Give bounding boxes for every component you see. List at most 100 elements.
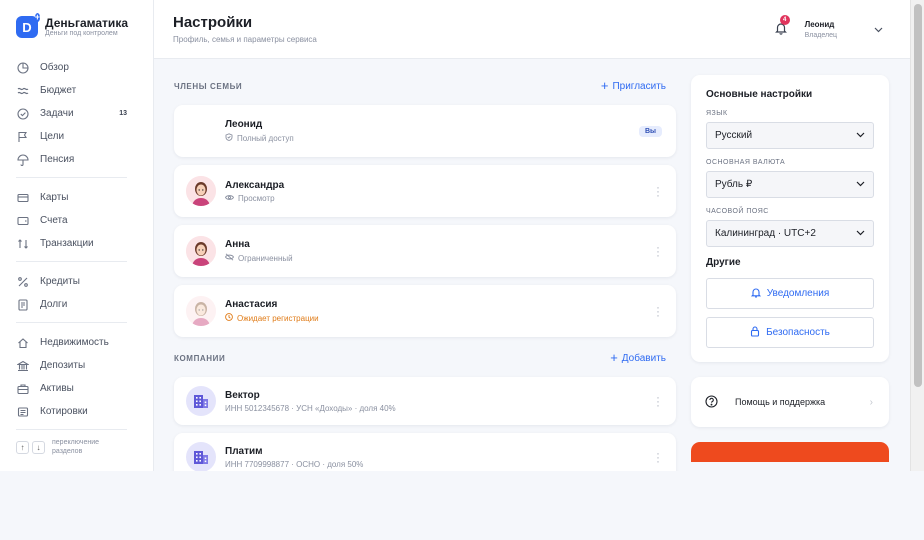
sidebar-item-pension[interactable]: Пенсия bbox=[16, 148, 127, 171]
company-name: Платим bbox=[225, 445, 263, 457]
bank-icon bbox=[16, 359, 30, 373]
currency-select[interactable]: Рубль ₽ bbox=[706, 171, 874, 198]
timezone-select[interactable]: Калининград · UTC+2 bbox=[706, 220, 874, 247]
chevron-down-icon bbox=[856, 179, 865, 190]
sidebar-item-deposits[interactable]: Депозиты bbox=[16, 354, 127, 377]
avatar bbox=[186, 236, 216, 266]
add-company-button[interactable]: + Добавить bbox=[610, 351, 666, 364]
sidebar-item-label: Долги bbox=[40, 299, 68, 310]
arrows-icon bbox=[16, 237, 30, 251]
language-select[interactable]: Русский bbox=[706, 122, 874, 149]
company-card[interactable]: Платим ИНН 7709998877 · ОСНО · доля 50% … bbox=[174, 433, 676, 471]
percent-icon bbox=[16, 275, 30, 289]
sidebar-item-accounts[interactable]: Счета bbox=[16, 209, 127, 232]
invite-button-label: Пригласить bbox=[612, 80, 666, 92]
arrow-up-key-icon[interactable]: ↑ bbox=[16, 440, 29, 454]
member-access: Просмотр bbox=[224, 194, 284, 203]
bell-icon[interactable]: 4 bbox=[774, 15, 790, 37]
brand-logo-letter: D bbox=[22, 19, 32, 35]
section-switch-hint: ↑ ↓ переключение разделов bbox=[16, 438, 137, 456]
scrollbar[interactable] bbox=[910, 0, 924, 471]
sidebar-item-label: Активы bbox=[40, 383, 74, 394]
invite-button[interactable]: + Пригласить bbox=[600, 78, 666, 93]
waves-icon bbox=[16, 84, 30, 98]
add-company-button-label: Добавить bbox=[621, 352, 666, 364]
brand-name: Деньгаматика bbox=[45, 16, 128, 30]
chevron-down-icon bbox=[856, 228, 865, 239]
chevron-down-icon[interactable] bbox=[874, 20, 883, 38]
more-options-icon[interactable]: · · · bbox=[656, 391, 660, 411]
sidebar-item-assets[interactable]: Активы bbox=[16, 377, 127, 400]
main-settings-panel: Основные настройки ЯЗЫК Русский ОСНОВНАЯ… bbox=[691, 75, 889, 362]
brand[interactable]: D + Деньгаматика Деньги под контролем bbox=[16, 13, 137, 38]
user-menu[interactable]: 4 Леонид Владелец bbox=[774, 15, 883, 39]
section-switch-line2: разделов bbox=[52, 448, 83, 455]
more-options-icon[interactable]: · · · bbox=[656, 447, 660, 467]
member-card[interactable]: Анастасия Ожидает регистрации · · · bbox=[174, 285, 676, 337]
nav-group-assets: Недвижимость Депозиты Активы Котировки bbox=[16, 331, 127, 430]
document-icon bbox=[16, 298, 30, 312]
chevron-down-icon bbox=[856, 130, 865, 141]
sidebar-item-cards[interactable]: Карты bbox=[16, 186, 127, 209]
sidebar-item-label: Карты bbox=[40, 192, 69, 203]
security-button[interactable]: Безопасность bbox=[706, 317, 874, 348]
home-icon bbox=[16, 336, 30, 350]
sidebar-item-debts[interactable]: Долги bbox=[16, 293, 127, 316]
timezone-label: ЧАСОВОЙ ПОЯС bbox=[706, 208, 769, 215]
bell-icon bbox=[750, 287, 761, 301]
section-switch-label: переключение разделов bbox=[52, 438, 99, 456]
other-settings-title: Другие bbox=[706, 257, 741, 268]
company-card[interactable]: Вектор ИНН 5012345678 · УСН «Доходы» · д… bbox=[174, 377, 676, 425]
more-options-icon[interactable]: · · · bbox=[656, 181, 660, 201]
main-area: Настройки Профиль, семья и параметры сер… bbox=[154, 0, 910, 471]
user-name: Леонид bbox=[804, 19, 835, 29]
sidebar-item-budget[interactable]: Бюджет bbox=[16, 79, 127, 102]
member-access: Полный доступ bbox=[225, 133, 294, 143]
plus-icon: + bbox=[600, 78, 609, 93]
building-icon bbox=[186, 442, 216, 471]
scrollbar-thumb[interactable] bbox=[914, 4, 922, 387]
company-details: ИНН 7709998877 · ОСНО · доля 50% bbox=[225, 459, 364, 469]
chevron-right-icon: › bbox=[869, 396, 873, 408]
company-details: ИНН 5012345678 · УСН «Доходы» · доля 40% bbox=[225, 403, 396, 413]
more-options-icon[interactable]: · · · bbox=[656, 241, 660, 261]
tasks-count-badge: 13 bbox=[119, 110, 127, 117]
sidebar-item-tasks[interactable]: Задачи 13 bbox=[16, 102, 127, 125]
current-user-badge: Вы bbox=[638, 125, 662, 137]
member-card[interactable]: Леонид Полный доступ Вы bbox=[174, 105, 676, 157]
notifications-button-label: Уведомления bbox=[766, 288, 830, 299]
page-title: Настройки bbox=[173, 14, 253, 31]
nav-group-main: Обзор Бюджет Задачи 13 Цели Пенсия bbox=[16, 56, 127, 178]
clock-icon bbox=[225, 313, 233, 323]
sidebar-item-label: Счета bbox=[40, 215, 68, 226]
notifications-button[interactable]: Уведомления bbox=[706, 278, 874, 309]
nav-group-loans: Кредиты Долги bbox=[16, 270, 127, 323]
main-settings-title: Основные настройки bbox=[706, 89, 813, 100]
sidebar-item-credits[interactable]: Кредиты bbox=[16, 270, 127, 293]
sidebar-item-transactions[interactable]: Транзакции bbox=[16, 232, 127, 255]
right-column: Основные настройки ЯЗЫК Русский ОСНОВНАЯ… bbox=[691, 75, 889, 471]
security-button-label: Безопасность bbox=[766, 327, 830, 338]
arrow-down-key-icon[interactable]: ↓ bbox=[32, 440, 45, 454]
sidebar-item-goals[interactable]: Цели bbox=[16, 125, 127, 148]
member-name: Анастасия bbox=[225, 299, 278, 310]
sidebar-item-quotes[interactable]: Котировки bbox=[16, 400, 127, 423]
currency-value: Рубль ₽ bbox=[715, 179, 753, 190]
nav-group-accounts: Карты Счета Транзакции bbox=[16, 186, 127, 262]
card-icon bbox=[16, 191, 30, 205]
more-options-icon[interactable]: · · · bbox=[656, 301, 660, 321]
language-label: ЯЗЫК bbox=[706, 110, 728, 117]
sidebar-item-overview[interactable]: Обзор bbox=[16, 56, 127, 79]
sidebar-item-label: Недвижимость bbox=[40, 337, 109, 348]
member-card[interactable]: Анна Ограниченный · · · bbox=[174, 225, 676, 277]
help-support-item[interactable]: Помощь и поддержка › bbox=[691, 377, 889, 427]
eye-off-icon bbox=[224, 253, 235, 263]
brand-tagline: Деньги под контролем bbox=[45, 30, 118, 37]
companies-section-title: КОМПАНИИ bbox=[174, 353, 226, 363]
app-window: D + Деньгаматика Деньги под контролем Об… bbox=[0, 0, 910, 471]
logout-button[interactable] bbox=[691, 442, 889, 462]
sidebar-item-realty[interactable]: Недвижимость bbox=[16, 331, 127, 354]
user-role: Владелец bbox=[804, 31, 837, 39]
member-card[interactable]: Александра Просмотр · · · bbox=[174, 165, 676, 217]
sidebar: D + Деньгаматика Деньги под контролем Об… bbox=[0, 0, 154, 471]
